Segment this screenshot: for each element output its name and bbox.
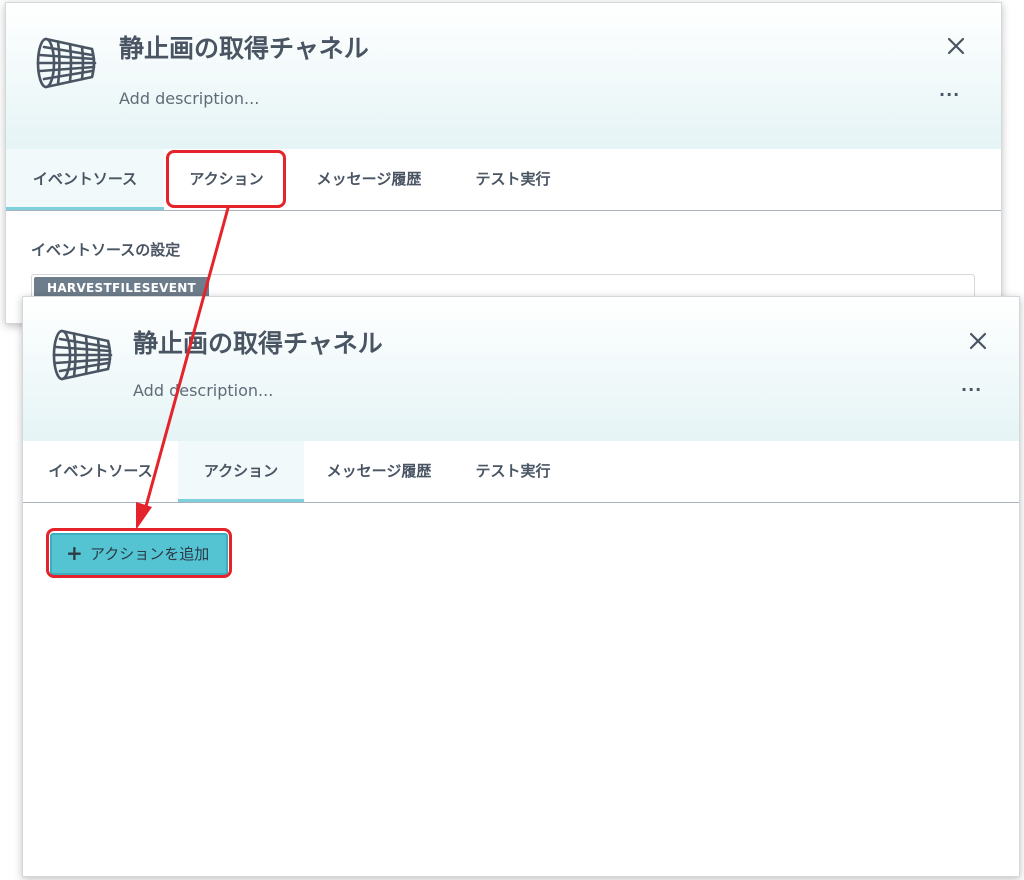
channel-panel-after: 静止画の取得チャネル Add description... ··· イベントソー… — [22, 296, 1020, 877]
add-action-button[interactable]: + アクションを追加 — [50, 533, 228, 575]
description-input[interactable]: Add description... — [133, 381, 273, 400]
panel-header: 静止画の取得チャネル Add description... ··· — [6, 3, 1001, 149]
tab-event-source[interactable]: イベントソース — [6, 149, 164, 210]
tab-event-source[interactable]: イベントソース — [23, 441, 178, 502]
tab-action[interactable]: アクション — [178, 441, 304, 502]
close-icon[interactable] — [969, 332, 987, 350]
tab-message-history[interactable]: メッセージ履歴 — [304, 441, 454, 502]
tab-bar: イベントソース アクション メッセージ履歴 テスト実行 — [6, 149, 1001, 211]
panel-header: 静止画の取得チャネル Add description... ··· — [23, 297, 1019, 441]
tab-test-run[interactable]: テスト実行 — [454, 441, 572, 502]
tab-action[interactable]: アクション — [164, 149, 289, 210]
tab-message-history[interactable]: メッセージ履歴 — [289, 149, 449, 210]
channel-panel-before: 静止画の取得チャネル Add description... ··· イベントソー… — [5, 2, 1002, 324]
channel-title[interactable]: 静止画の取得チャネル — [119, 29, 369, 65]
plus-icon: + — [66, 541, 83, 565]
more-icon[interactable]: ··· — [939, 87, 960, 103]
more-icon[interactable]: ··· — [961, 382, 982, 398]
event-source-settings-label: イベントソースの設定 — [31, 241, 181, 259]
net-icon — [52, 329, 113, 381]
channel-title[interactable]: 静止画の取得チャネル — [133, 324, 383, 360]
add-action-label: アクションを追加 — [90, 545, 210, 563]
net-icon — [36, 37, 97, 89]
tab-bar: イベントソース アクション メッセージ履歴 テスト実行 — [23, 441, 1019, 503]
close-icon[interactable] — [947, 37, 965, 55]
description-input[interactable]: Add description... — [119, 89, 259, 108]
tab-test-run[interactable]: テスト実行 — [449, 149, 577, 210]
